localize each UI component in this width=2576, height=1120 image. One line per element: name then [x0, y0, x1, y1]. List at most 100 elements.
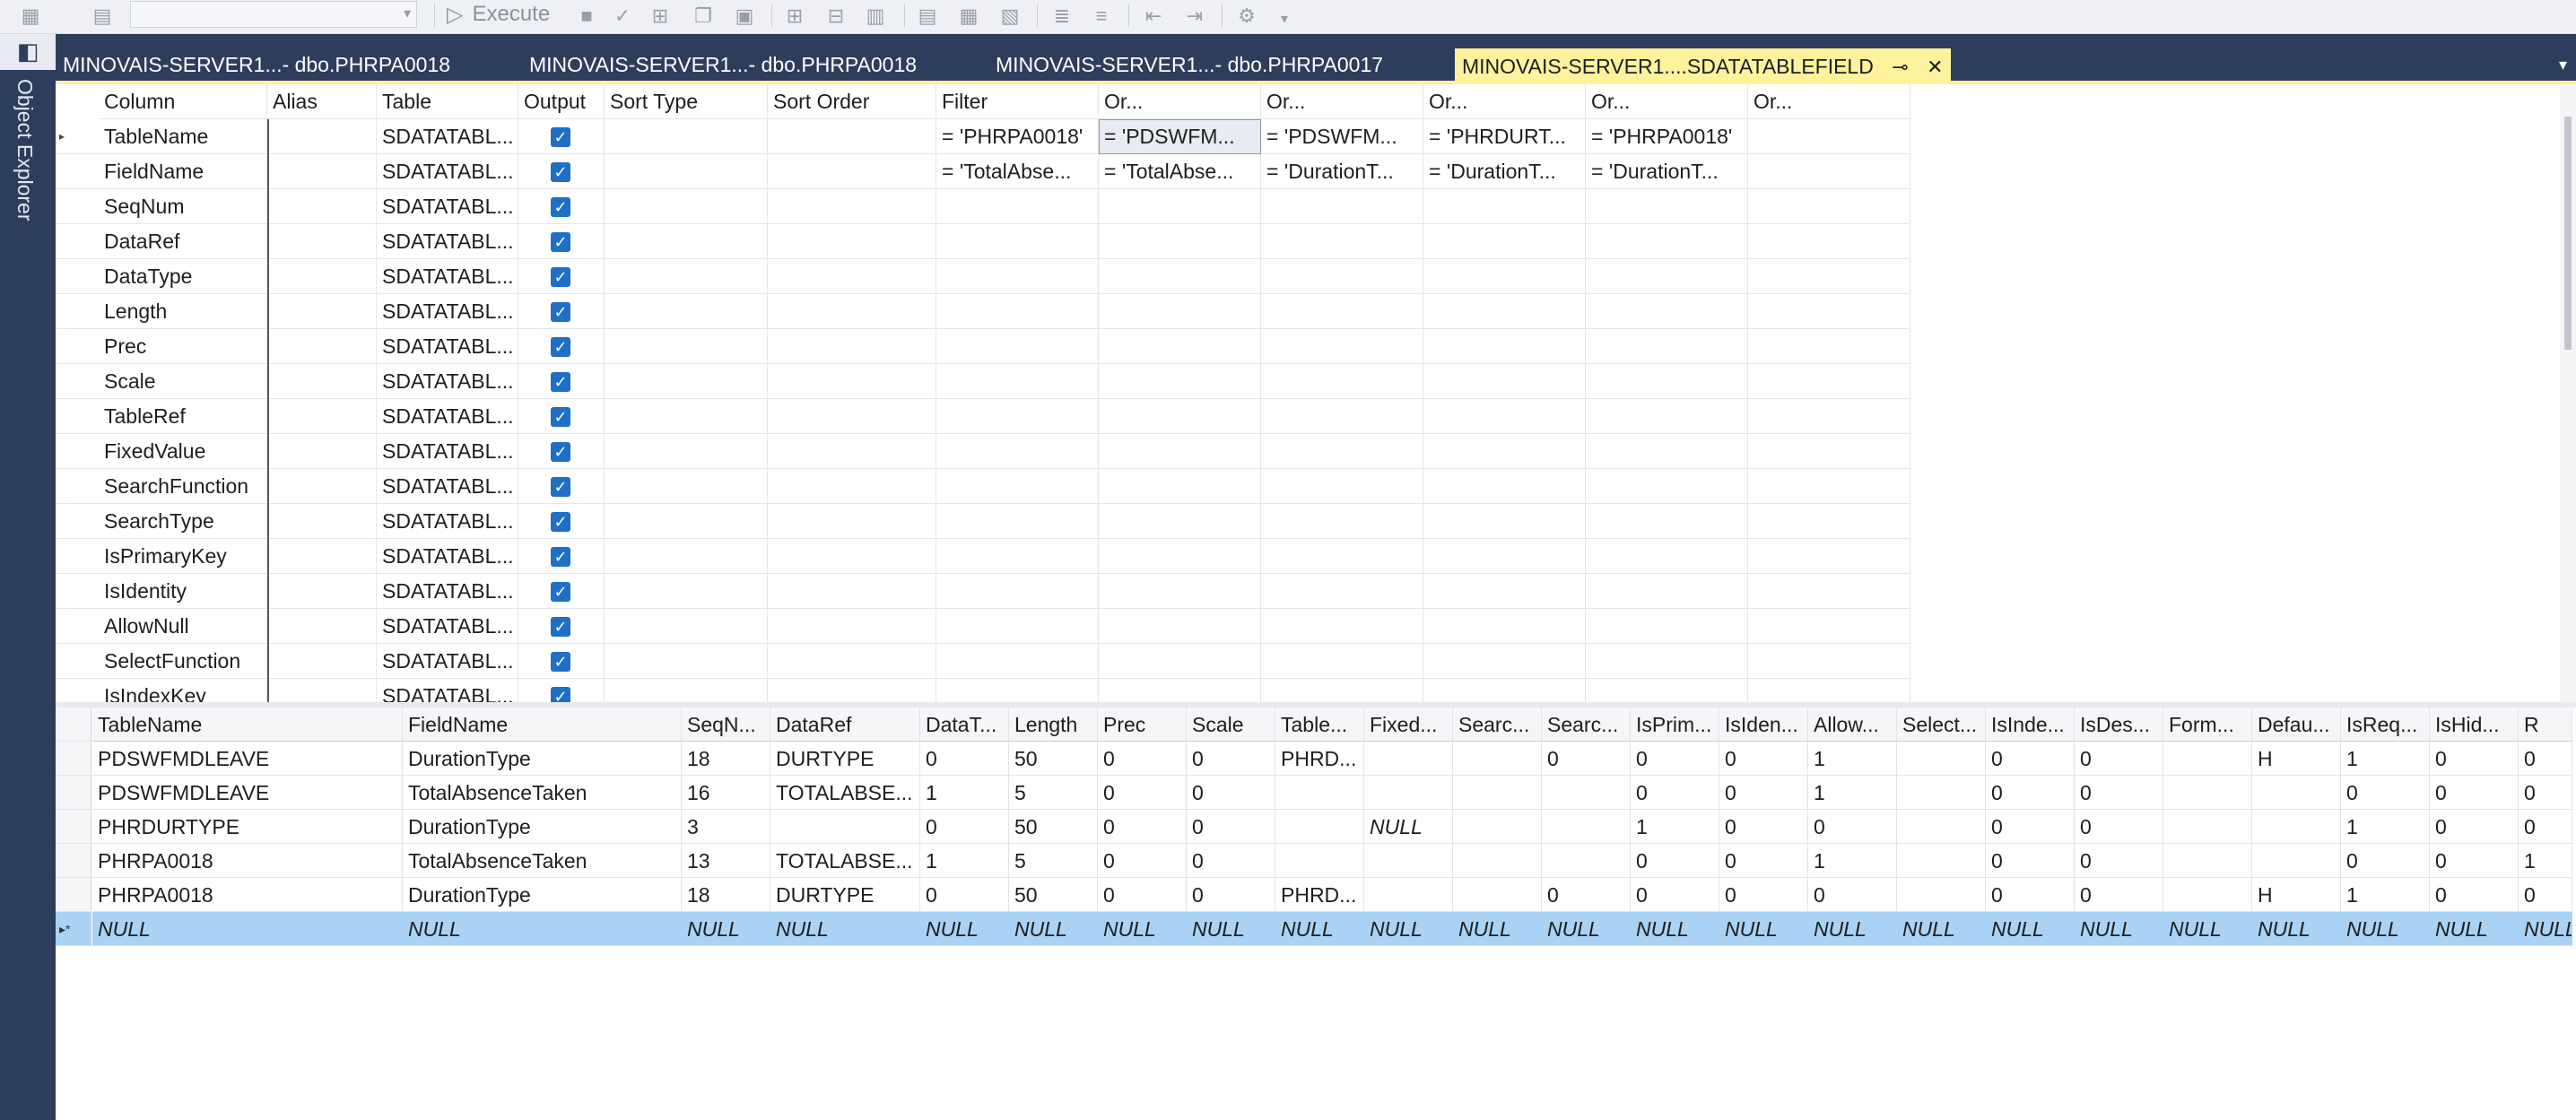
- criteria-cell-table[interactable]: SDATATABL...: [377, 119, 518, 154]
- criteria-cell-sort-type[interactable]: [605, 399, 768, 434]
- criteria-cell-sort-order[interactable]: [768, 644, 936, 679]
- criteria-cell-alias[interactable]: [267, 364, 377, 399]
- table-cell[interactable]: 0: [2075, 742, 2163, 776]
- execute-button[interactable]: ▷ Execute: [447, 0, 550, 29]
- criteria-cell-or5[interactable]: [1748, 329, 1910, 364]
- results-header-cell[interactable]: IsDes...: [2075, 708, 2163, 742]
- table-cell[interactable]: 0: [1986, 810, 2075, 844]
- criteria-cell-sort-order[interactable]: [768, 119, 936, 154]
- criteria-cell-table[interactable]: SDATATABL...: [377, 504, 518, 539]
- table-cell[interactable]: 0: [2519, 878, 2572, 912]
- criteria-row[interactable]: SeqNum SDATATABL... ✓: [56, 189, 1912, 224]
- criteria-cell-sort-type[interactable]: [605, 644, 768, 679]
- results-header-cell[interactable]: Searc...: [1453, 708, 1542, 742]
- criteria-cell-table[interactable]: SDATATABL...: [377, 434, 518, 469]
- criteria-cell-output[interactable]: ✓: [518, 539, 605, 574]
- table-cell[interactable]: 0: [2430, 844, 2519, 878]
- table-cell[interactable]: 0: [1187, 878, 1275, 912]
- table-cell[interactable]: 0: [2341, 844, 2430, 878]
- criteria-row[interactable]: ▸ TableName SDATATABL... ✓ = 'PHRPA0018' = 'P…: [56, 119, 1912, 154]
- criteria-cell-output[interactable]: ✓: [518, 609, 605, 644]
- new-row-marker-icon[interactable]: ▸*: [56, 912, 91, 946]
- criteria-cell-or1[interactable]: [1099, 259, 1261, 294]
- criteria-cell-output[interactable]: ✓: [518, 504, 605, 539]
- results-header-cell[interactable]: FieldName: [403, 708, 682, 742]
- table-cell[interactable]: PDSWFMDLEAVE: [92, 776, 403, 810]
- results-header-cell[interactable]: IsInde...: [1986, 708, 2075, 742]
- row-selector[interactable]: [56, 742, 91, 776]
- criteria-cell-output[interactable]: ✓: [518, 224, 605, 259]
- criteria-cell-or3[interactable]: [1423, 399, 1586, 434]
- criteria-cell-filter[interactable]: [936, 644, 1099, 679]
- save-icon[interactable]: ▣: [732, 4, 757, 29]
- criteria-cell-filter[interactable]: [936, 399, 1099, 434]
- database-combo[interactable]: ▾: [130, 1, 417, 28]
- criteria-cell-or3[interactable]: [1423, 644, 1586, 679]
- table-row[interactable]: PDSWFMDLEAVE TotalAbsenceTaken 16 TOTALABSE…: [56, 776, 2576, 810]
- table-cell[interactable]: [1364, 878, 1453, 912]
- copy-icon[interactable]: ❐: [691, 4, 716, 29]
- criteria-cell-table[interactable]: SDATATABL...: [377, 364, 518, 399]
- criteria-cell-or2[interactable]: [1261, 224, 1423, 259]
- criteria-header-sort-type[interactable]: Sort Type: [605, 84, 768, 119]
- criteria-cell-or2[interactable]: [1261, 574, 1423, 609]
- table-cell[interactable]: [1275, 776, 1364, 810]
- criteria-cell-or2[interactable]: = 'PDSWFM...: [1261, 119, 1423, 154]
- criteria-header-table[interactable]: Table: [377, 84, 518, 119]
- criteria-cell-or3[interactable]: [1423, 434, 1586, 469]
- criteria-cell-or4[interactable]: [1586, 434, 1748, 469]
- table-cell[interactable]: 0: [1719, 844, 1808, 878]
- criteria-cell-or3[interactable]: [1423, 364, 1586, 399]
- table-cell[interactable]: 0: [1631, 776, 1719, 810]
- criteria-cell-or3[interactable]: [1423, 259, 1586, 294]
- criteria-cell-sort-order[interactable]: [768, 469, 936, 504]
- table-cell[interactable]: 0: [2430, 776, 2519, 810]
- criteria-cell-column[interactable]: DataType: [99, 259, 267, 294]
- results-header-cell[interactable]: TableName: [92, 708, 403, 742]
- table-cell[interactable]: [2252, 844, 2341, 878]
- output-checkbox[interactable]: ✓: [551, 302, 570, 322]
- query-designer-icon[interactable]: ▦: [18, 4, 43, 29]
- row-selector[interactable]: [56, 878, 91, 912]
- criteria-cell-or4[interactable]: [1586, 399, 1748, 434]
- criteria-cell-filter[interactable]: [936, 539, 1099, 574]
- results-header-cell[interactable]: Table...: [1275, 708, 1364, 742]
- output-checkbox[interactable]: ✓: [551, 197, 570, 217]
- criteria-cell-sort-order[interactable]: [768, 154, 936, 189]
- criteria-row[interactable]: TableRef SDATATABL... ✓: [56, 399, 1912, 434]
- table-cell[interactable]: [2163, 776, 2252, 810]
- table-cell[interactable]: 0: [1986, 742, 2075, 776]
- table-cell[interactable]: [2163, 810, 2252, 844]
- add-table-icon[interactable]: ⊞: [782, 4, 807, 29]
- criteria-cell-sort-type[interactable]: [605, 259, 768, 294]
- criteria-header-filter[interactable]: Filter: [936, 84, 1099, 119]
- row-selector[interactable]: [56, 434, 99, 469]
- table-cell[interactable]: 0: [920, 878, 1009, 912]
- criteria-cell-or5[interactable]: [1748, 189, 1910, 224]
- criteria-cell-or5[interactable]: [1748, 364, 1910, 399]
- row-selector[interactable]: [56, 399, 99, 434]
- criteria-cell-or1[interactable]: = 'TotalAbse...: [1099, 154, 1261, 189]
- table-cell[interactable]: 0: [1098, 742, 1187, 776]
- criteria-cell-or2[interactable]: [1261, 504, 1423, 539]
- table-cell[interactable]: DURTYPE: [770, 878, 920, 912]
- criteria-cell-or2[interactable]: [1261, 539, 1423, 574]
- table-cell[interactable]: H: [2252, 742, 2341, 776]
- table-cell[interactable]: [1275, 844, 1364, 878]
- table-cell[interactable]: 5: [1009, 844, 1098, 878]
- criteria-cell-column[interactable]: SeqNum: [99, 189, 267, 224]
- criteria-cell-or4[interactable]: [1586, 574, 1748, 609]
- criteria-cell-sort-order[interactable]: [768, 679, 936, 702]
- criteria-header-or-5[interactable]: Or...: [1748, 84, 1910, 119]
- criteria-cell-table[interactable]: SDATATABL...: [377, 644, 518, 679]
- criteria-cell-or5[interactable]: [1748, 644, 1910, 679]
- criteria-cell-sort-order[interactable]: [768, 504, 936, 539]
- table-cell[interactable]: [1364, 776, 1453, 810]
- criteria-cell-or3[interactable]: = 'PHRDURT...: [1423, 119, 1586, 154]
- table-cell[interactable]: 1: [1808, 844, 1897, 878]
- overflow-chevron-icon[interactable]: ▾: [1272, 7, 1297, 32]
- row-selector[interactable]: [56, 469, 99, 504]
- criteria-cell-or5[interactable]: [1748, 574, 1910, 609]
- criteria-cell-or3[interactable]: [1423, 294, 1586, 329]
- table-cell[interactable]: 0: [1631, 878, 1719, 912]
